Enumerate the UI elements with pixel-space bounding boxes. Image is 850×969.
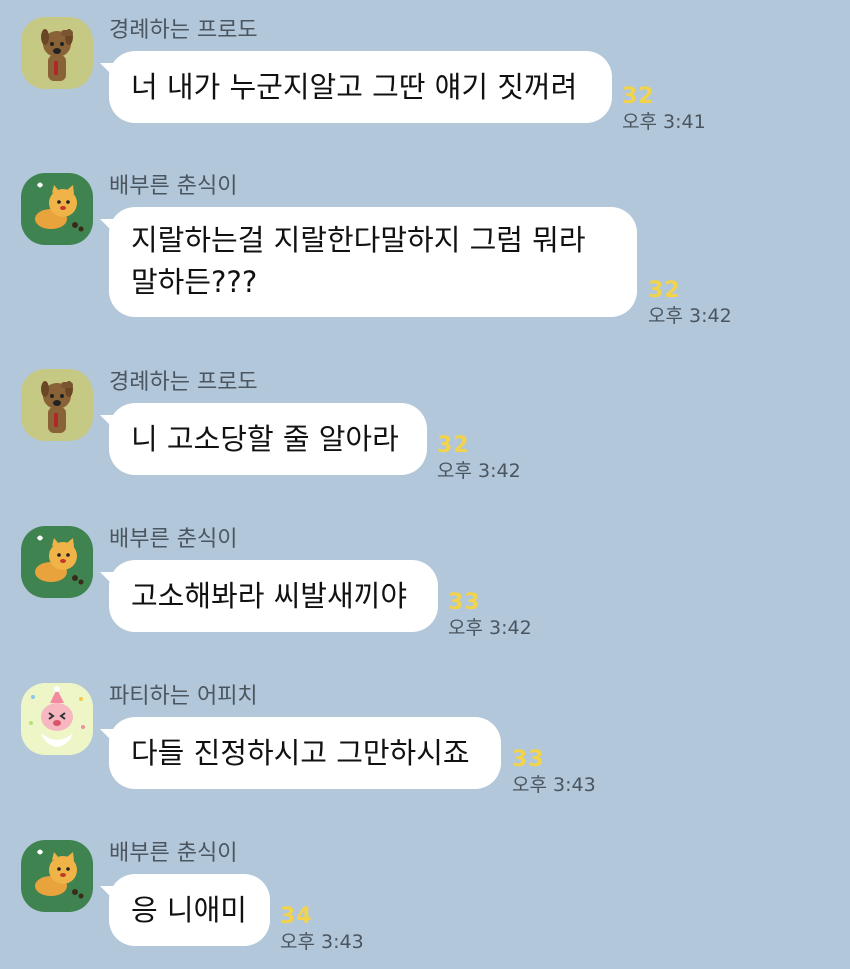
timestamp: 오후 3:41 <box>622 111 706 133</box>
unread-count: 32 <box>622 84 655 109</box>
sender-name: 배부른 춘식이 <box>109 841 238 866</box>
sender-name: 경례하는 프로도 <box>109 18 258 43</box>
avatar-choonsik[interactable] <box>21 840 93 912</box>
choonsik-cat-lying-icon <box>21 840 93 912</box>
message-text-line: 말하든??? <box>131 265 258 299</box>
sender-name: 배부른 춘식이 <box>109 174 238 199</box>
avatar-frodo[interactable] <box>21 369 93 441</box>
unread-count: 34 <box>280 904 313 929</box>
unread-count: 32 <box>437 433 470 458</box>
sender-name: 배부른 춘식이 <box>109 527 238 552</box>
message-text-line: 지랄하는걸 지랄한다말하지 그럼 뭐라 <box>131 223 586 257</box>
timestamp: 오후 3:42 <box>648 305 732 327</box>
message-text: 고소해봐라 씨발새끼야 <box>131 579 408 613</box>
unread-count: 32 <box>648 278 681 303</box>
message-bubble[interactable]: 응 니애미 <box>100 874 270 946</box>
choonsik-cat-lying-icon <box>21 173 93 245</box>
unread-count: 33 <box>448 590 481 615</box>
apeach-party-icon <box>21 683 93 755</box>
message-text: 니 고소당할 줄 알아라 <box>131 422 399 456</box>
message-bubble[interactable]: 고소해봐라 씨발새끼야 <box>100 560 438 632</box>
timestamp: 오후 3:43 <box>512 774 596 796</box>
sender-name: 경례하는 프로도 <box>109 370 258 395</box>
message-bubble[interactable]: 지랄하는걸 지랄한다말하지 그럼 뭐라 말하든??? <box>100 207 637 317</box>
avatar-choonsik[interactable] <box>21 173 93 245</box>
message-bubble[interactable]: 니 고소당할 줄 알아라 <box>100 403 427 475</box>
message-text: 너 내가 누군지알고 그딴 얘기 짓꺼려 <box>131 70 578 104</box>
sender-name: 파티하는 어피치 <box>109 684 258 709</box>
unread-count: 33 <box>512 747 545 772</box>
message-meta: 33 오후 3:42 <box>448 590 532 640</box>
message-meta: 33 오후 3:43 <box>512 747 596 797</box>
choonsik-cat-lying-icon <box>21 526 93 598</box>
message-meta: 32 오후 3:41 <box>622 84 706 134</box>
avatar-frodo[interactable] <box>21 17 93 89</box>
timestamp: 오후 3:42 <box>437 460 521 482</box>
message-meta: 32 오후 3:42 <box>648 278 732 328</box>
message-meta: 34 오후 3:43 <box>280 904 364 954</box>
message-meta: 32 오후 3:42 <box>437 433 521 483</box>
message-bubble[interactable]: 다들 진정하시고 그만하시죠 <box>100 717 501 789</box>
avatar-apeach[interactable] <box>21 683 93 755</box>
frodo-dog-saluting-icon <box>21 17 93 89</box>
frodo-dog-saluting-icon <box>21 369 93 441</box>
timestamp: 오후 3:43 <box>280 931 364 953</box>
message-bubble[interactable]: 너 내가 누군지알고 그딴 얘기 짓꺼려 <box>100 51 612 123</box>
timestamp: 오후 3:42 <box>448 617 532 639</box>
message-text: 다들 진정하시고 그만하시죠 <box>131 736 470 770</box>
message-text: 응 니애미 <box>131 893 247 927</box>
avatar-choonsik[interactable] <box>21 526 93 598</box>
